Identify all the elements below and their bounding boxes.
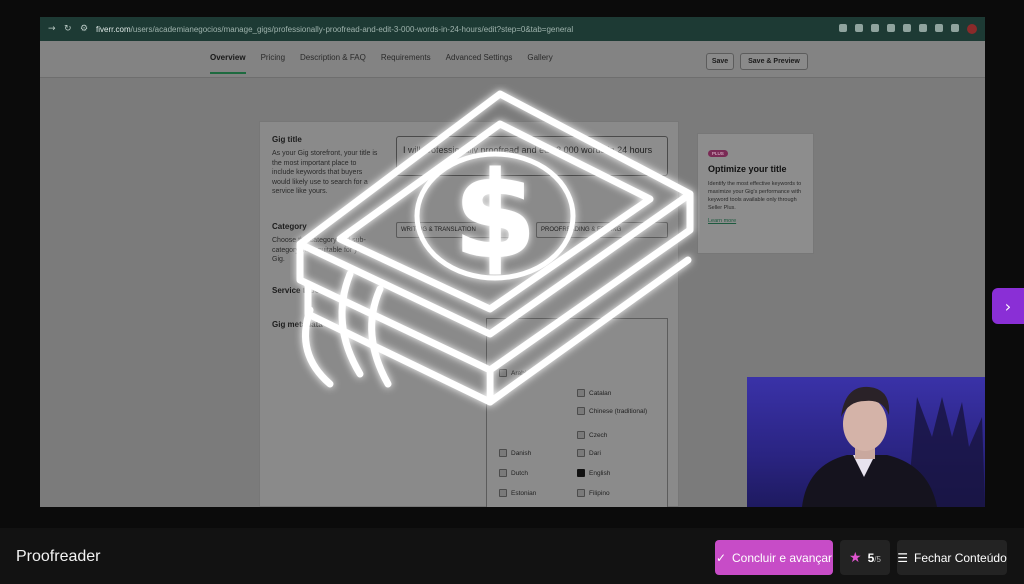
checkbox-checked[interactable]	[577, 469, 585, 477]
extension-icon[interactable]	[903, 24, 911, 32]
rating-value: 5/5	[867, 550, 881, 565]
save-preview-button[interactable]: Save & Preview	[740, 53, 808, 70]
cast-icon[interactable]	[839, 24, 847, 32]
extension-icons	[839, 24, 977, 34]
list-item[interactable]: Estonian	[499, 489, 536, 497]
translate-icon[interactable]	[855, 24, 863, 32]
checkbox[interactable]	[499, 489, 507, 497]
money-book-logo: $	[296, 90, 694, 406]
forward-icon[interactable]: →	[48, 25, 56, 34]
check-icon: ✓	[715, 550, 726, 565]
address-bar[interactable]: fiverr.com/users/academianegocios/manage…	[96, 25, 786, 34]
tip-title: Optimize your title	[708, 164, 787, 174]
site-info-icon[interactable]: ⚙	[80, 25, 88, 34]
video-stage: → ↻ ⚙ fiverr.com/users/academianegocios/…	[0, 0, 1024, 528]
reload-icon[interactable]: ↻	[64, 25, 72, 34]
lesson-title: Proofreader	[16, 548, 101, 565]
tip-card: PLUS Optimize your title Identify the mo…	[697, 133, 814, 254]
tab-pricing[interactable]: Pricing	[261, 53, 285, 74]
learn-more-link[interactable]: Learn more	[708, 218, 803, 224]
tab-advanced-settings[interactable]: Advanced Settings	[446, 53, 513, 74]
rating-button[interactable]: ★ 5/5	[840, 540, 890, 575]
dollar-sign-icon: $	[454, 146, 536, 284]
bookmark-icon[interactable]	[871, 24, 879, 32]
list-item[interactable]: English	[577, 469, 610, 477]
plus-badge: PLUS	[708, 150, 728, 157]
list-item[interactable]: Dutch	[499, 469, 528, 477]
checkbox[interactable]	[577, 489, 585, 497]
presenter-image	[802, 386, 985, 507]
complete-and-advance-button[interactable]: ✓ Concluir e avançar	[715, 540, 833, 575]
presenter-webcam	[747, 377, 985, 507]
menu-icon[interactable]	[951, 24, 959, 32]
tip-body: Identify the most effective keywords to …	[708, 181, 802, 211]
gig-editor-nav: Overview Pricing Description & FAQ Requi…	[40, 41, 985, 78]
tab-description-faq[interactable]: Description & FAQ	[300, 53, 366, 74]
list-item[interactable]: Filipino	[577, 489, 610, 497]
browser-toolbar: → ↻ ⚙ fiverr.com/users/academianegocios/…	[40, 17, 985, 41]
gig-tabs: Overview Pricing Description & FAQ Requi…	[210, 53, 553, 74]
tab-gallery[interactable]: Gallery	[527, 53, 552, 74]
puzzle-icon[interactable]	[935, 24, 943, 32]
extension-icon[interactable]	[887, 24, 895, 32]
tab-requirements[interactable]: Requirements	[381, 53, 431, 74]
star-icon: ★	[849, 549, 862, 566]
save-button[interactable]: Save	[706, 53, 734, 70]
close-content-button[interactable]: ☰ Fechar Conteúdo	[897, 540, 1007, 575]
player-footer: Proofreader ✓ Concluir e avançar ★ 5/5 ☰…	[0, 528, 1024, 584]
menu-icon: ☰	[897, 550, 909, 565]
checkbox[interactable]	[499, 469, 507, 477]
next-lesson-button[interactable]: ›	[992, 288, 1024, 324]
chevron-right-icon: ›	[1004, 296, 1012, 316]
extension-icon[interactable]	[919, 24, 927, 32]
profile-avatar[interactable]	[967, 24, 977, 34]
tab-overview[interactable]: Overview	[210, 53, 246, 74]
